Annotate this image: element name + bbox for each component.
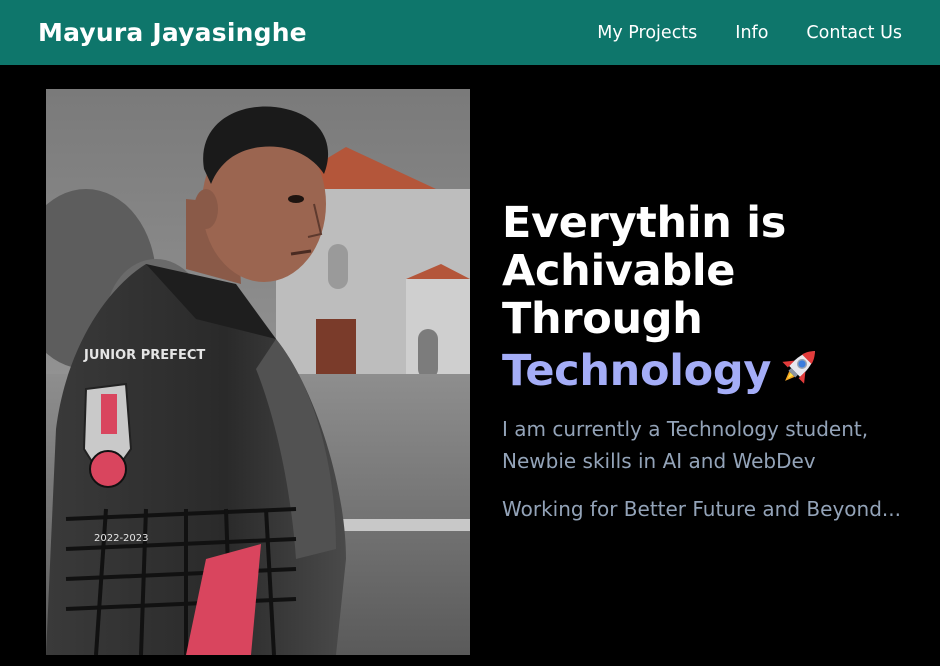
- brand-name[interactable]: Mayura Jayasinghe: [38, 18, 307, 47]
- rocket-icon: [777, 343, 823, 399]
- hero-description: I am currently a Technology student, New…: [502, 417, 869, 473]
- headline-line-3: Through: [502, 294, 703, 344]
- headline-line-4: Technology: [502, 343, 922, 399]
- hero-section: JUNIOR PREFECT 2022-2023 Everythin is Ac…: [0, 65, 940, 666]
- hero-headline: Everythin is Achivable Through Technolog…: [502, 199, 922, 399]
- shirt-year-text: 2022-2023: [94, 533, 149, 544]
- hero-subdescription: Working for Better Future and Beyond...: [502, 497, 901, 521]
- headline-line-2: Achivable: [502, 246, 736, 296]
- shirt-text: JUNIOR PREFECT: [83, 348, 205, 363]
- hero-text: Everythin is Achivable Through Technolog…: [502, 199, 922, 525]
- nav-my-projects[interactable]: My Projects: [597, 23, 697, 43]
- nav-info[interactable]: Info: [735, 23, 768, 43]
- profile-photo: JUNIOR PREFECT 2022-2023: [46, 89, 470, 655]
- headline-accent: Technology: [502, 346, 772, 396]
- nav-links: My Projects Info Contact Us: [597, 23, 902, 43]
- navbar: Mayura Jayasinghe My Projects Info Conta…: [0, 0, 940, 65]
- nav-contact-us[interactable]: Contact Us: [806, 23, 902, 43]
- headline-line-1: Everythin is: [502, 198, 787, 248]
